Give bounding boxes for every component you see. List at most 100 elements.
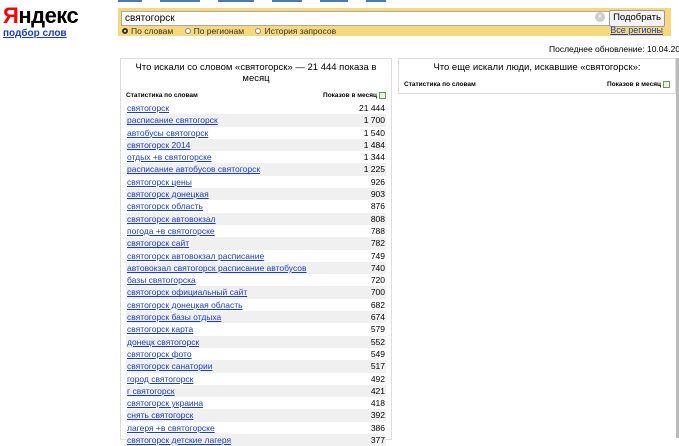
- count-cell: 392: [351, 409, 386, 422]
- clear-icon[interactable]: ×: [595, 12, 605, 22]
- count-cell: 386: [370, 422, 385, 433]
- search-modes: По словам По регионам История запросов: [122, 26, 345, 36]
- table-row: святогорск донецкая 903: [126, 188, 386, 201]
- query-link[interactable]: автобусы святогорск: [127, 128, 208, 138]
- query-cell: святогорск: [126, 102, 351, 114]
- query-link[interactable]: святогорск автовокзал: [127, 214, 216, 224]
- query-cell: автовокзал святогорск расписание автобус…: [126, 261, 352, 275]
- excel-export-icon[interactable]: [663, 81, 670, 88]
- top-link[interactable]: [218, 0, 254, 2]
- query-link[interactable]: святогорск 2014: [127, 140, 190, 150]
- mode-by-words[interactable]: По словам: [122, 26, 173, 36]
- query-link[interactable]: святогорск санатории: [127, 361, 212, 371]
- excel-export-icon[interactable]: [379, 92, 386, 99]
- mode-history[interactable]: История запросов: [255, 26, 336, 36]
- all-regions-link[interactable]: Все регионы: [610, 25, 663, 35]
- count-cell: 1 344: [363, 152, 385, 163]
- table-row: святогорск 21 444: [126, 102, 386, 114]
- query-link[interactable]: автовокзал святогорск расписание автобус…: [127, 263, 307, 273]
- query-cell: донецк святогорск: [126, 335, 352, 348]
- query-link[interactable]: святогорск базы отдыха: [127, 312, 221, 322]
- table-row: автовокзал святогорск расписание автобус…: [126, 261, 386, 275]
- table-row: святогорск санатории 517: [126, 360, 386, 373]
- query-link[interactable]: святогорск: [127, 103, 169, 113]
- query-cell: святогорск детские лагеря: [126, 434, 352, 446]
- table-row: святогорск детские лагеря 377: [126, 434, 386, 446]
- query-link[interactable]: святогорск детские лагеря: [127, 435, 231, 445]
- query-cell: базы святогорска: [126, 274, 351, 286]
- table-row: святогорск карта 579: [126, 323, 386, 335]
- mode-label: История запросов: [264, 26, 337, 36]
- query-link[interactable]: святогорск донецкая: [127, 189, 209, 199]
- count-cell: 418: [370, 398, 385, 409]
- query-cell: расписание автобусов святогорск: [126, 163, 352, 176]
- count-cell: 749: [370, 250, 385, 261]
- query-link[interactable]: святогорск область: [127, 201, 203, 211]
- count-cell: 377: [351, 434, 386, 446]
- query-link[interactable]: отдых +в святогорске: [127, 152, 212, 162]
- count-cell: 876: [370, 201, 385, 212]
- last-updated: Последнее обновление: 10.04.2014: [549, 44, 679, 54]
- yandex-logo[interactable]: Яндекс: [3, 3, 79, 28]
- query-link[interactable]: донецк святогорск: [127, 337, 199, 347]
- table-row: святогорск сайт 782: [126, 237, 386, 250]
- query-link[interactable]: святогорск фото: [127, 349, 192, 359]
- related-panel-title: Что еще искали люди, искавшие «святогорс…: [433, 62, 641, 73]
- words-table: святогорск 21 444 расписание святогорск 1 7…: [126, 102, 386, 446]
- table-row: святогорск автовокзал 808: [126, 212, 386, 225]
- top-link[interactable]: [160, 0, 200, 2]
- query-link[interactable]: погода +в святогорске: [127, 226, 215, 236]
- query-cell: отдых +в святогорске: [126, 151, 351, 163]
- query-cell: святогорск фото: [126, 348, 351, 360]
- table-row: базы святогорска 720: [126, 274, 386, 286]
- col-query-header: Статистика по словам: [126, 92, 198, 99]
- count-cell: 579: [370, 324, 385, 335]
- query-link[interactable]: расписание автобусов святогорск: [127, 164, 260, 174]
- count-cell: 740: [351, 261, 386, 275]
- query-link[interactable]: лагеря +в святогорске: [127, 423, 215, 433]
- query-link[interactable]: расписание святогорск: [127, 115, 218, 125]
- query-link[interactable]: святогорск сайт: [127, 238, 189, 248]
- service-name-link[interactable]: подбор слов: [3, 28, 67, 39]
- radio-icon: [122, 28, 128, 34]
- top-link[interactable]: [320, 0, 348, 2]
- query-link[interactable]: святогорск карта: [127, 324, 193, 334]
- query-cell: святогорск цены: [126, 176, 351, 188]
- words-panel: Что искали со словом «святогорск» — 21 4…: [120, 58, 392, 446]
- table-row: святогорск цены 926: [126, 176, 386, 188]
- query-link[interactable]: снять святогорск: [127, 410, 193, 420]
- table-row: снять святогорск 392: [126, 409, 386, 422]
- table-row: святогорск донецкая область 682: [126, 299, 386, 311]
- top-link[interactable]: [366, 0, 386, 2]
- mode-by-regions[interactable]: По регионам: [184, 26, 244, 36]
- col-query-header: Статистика по словам: [404, 81, 476, 88]
- count-cell: 552: [351, 335, 386, 348]
- search-input[interactable]: святогорск: [121, 11, 614, 26]
- query-link[interactable]: г святогорск: [127, 386, 175, 396]
- query-link[interactable]: город святогорск: [127, 374, 193, 384]
- related-table-header: Статистика по словам Показов в месяц: [404, 81, 670, 88]
- query-link[interactable]: святогорск донецкая область: [127, 300, 243, 310]
- radio-icon: [255, 28, 262, 34]
- count-cell: 1 484: [351, 138, 386, 152]
- top-link[interactable]: [118, 0, 142, 2]
- logo-rest: ндекс: [18, 3, 79, 28]
- table-row: святогорск область 876: [126, 200, 386, 212]
- query-link[interactable]: святогорск цены: [127, 177, 192, 187]
- table-row: погода +в святогорске 788: [126, 225, 386, 237]
- query-cell: святогорск донецкая: [126, 188, 352, 201]
- query-link[interactable]: святогорск автовокзал расписание: [127, 251, 264, 261]
- query-link[interactable]: святогорск официальный сайт: [127, 287, 247, 297]
- count-cell: 782: [351, 237, 386, 250]
- query-cell: святогорск 2014: [126, 138, 352, 152]
- query-link[interactable]: святогорск украина: [127, 398, 203, 408]
- query-link[interactable]: базы святогорска: [127, 275, 196, 285]
- count-cell: 674: [351, 311, 386, 324]
- count-cell: 1 700: [351, 114, 386, 127]
- query-cell: святогорск автовокзал расписание: [126, 250, 351, 262]
- query-cell: снять святогорск: [126, 409, 352, 422]
- table-row: г святогорск 421: [126, 384, 386, 398]
- top-link[interactable]: [272, 0, 302, 2]
- query-cell: святогорск автовокзал: [126, 212, 352, 225]
- query-cell: автобусы святогорск: [126, 127, 351, 139]
